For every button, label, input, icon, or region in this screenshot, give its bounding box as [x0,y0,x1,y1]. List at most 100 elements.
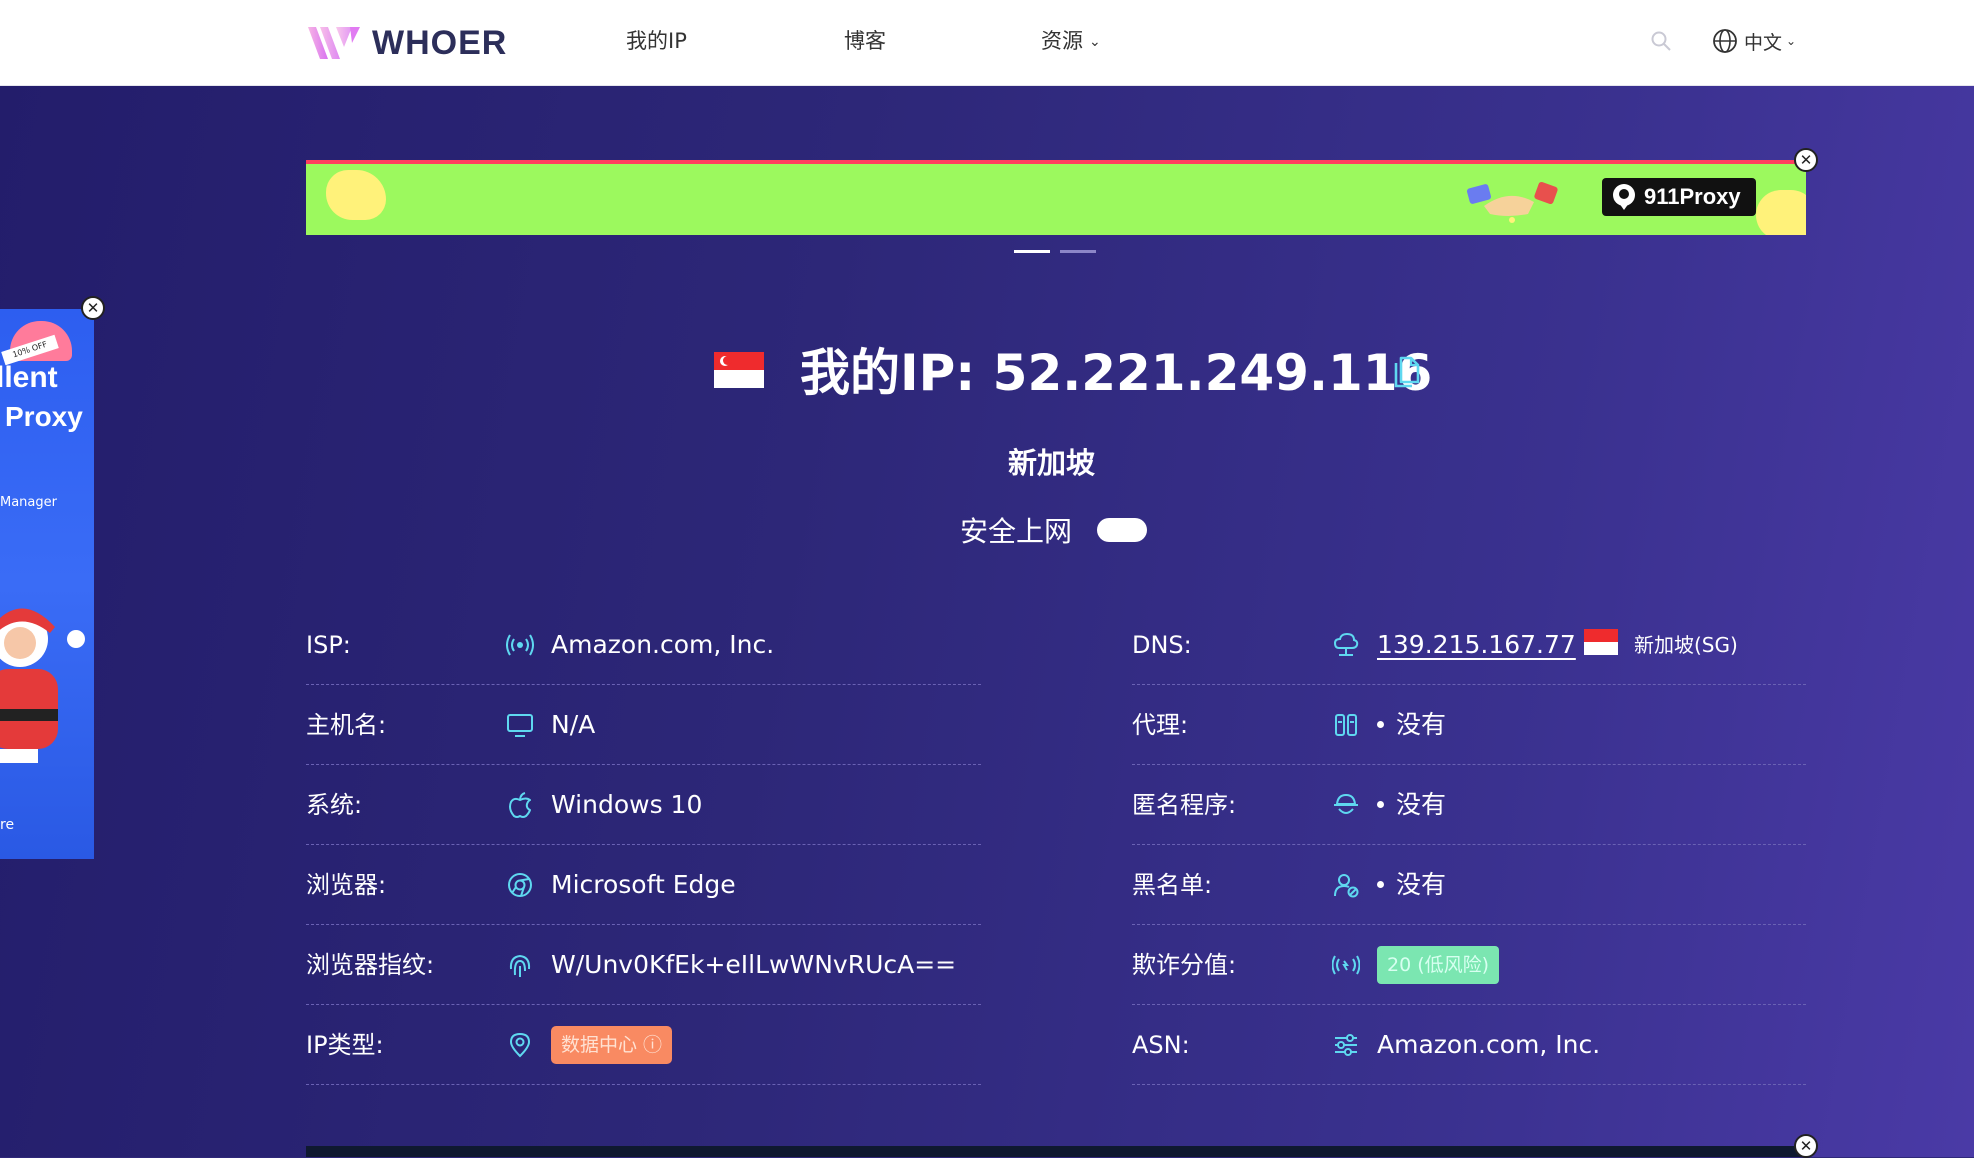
singapore-flag-icon [1584,629,1618,655]
row-value: Microsoft Edge [551,870,736,899]
signal-icon [506,634,534,656]
whoer-logo[interactable]: WHOER [306,18,507,68]
info-row-ip-type: IP类型: 数据中心 ⓘ [306,1005,981,1085]
banner-decoration [1756,190,1806,235]
banner-accent-line [306,160,1806,164]
row-value: W/Unv0KfEk+eIlLwWNvRUcA== [551,950,957,979]
search-icon[interactable] [1650,30,1672,52]
language-label: 中文 [1744,31,1783,54]
row-value: 没有 [1377,765,1446,845]
top-ad-banner[interactable]: 911Proxy [306,160,1806,235]
location-pin-icon [509,1032,531,1058]
status-dot [1377,800,1384,808]
row-label: 主机名: [306,711,387,739]
side-ad-text: Manager [0,495,57,510]
fingerprint-icon [509,954,531,977]
proxy-status: 没有 [1396,710,1447,739]
info-row-blacklist: 黑名单: 没有 [1132,845,1806,925]
row-label: IP类型: [306,1031,384,1059]
flag-crescent-cut [723,356,732,365]
monitor-icon [507,714,533,737]
row-value: Windows 10 [551,790,703,819]
close-banner-button[interactable]: ✕ [1794,148,1818,172]
singapore-flag-icon [714,352,764,388]
user-block-icon [1334,874,1359,898]
bottom-ad-banner[interactable] [306,1146,1806,1157]
incognito-icon [1334,793,1358,814]
safe-browsing-toggle[interactable] [1097,518,1147,542]
copy-icon[interactable] [1392,354,1422,388]
side-ad-text: re [0,817,15,833]
info-row-fingerprint: 浏览器指纹: W/Unv0KfEk+eIlLwWNvRUcA== [306,925,981,1005]
row-value: Amazon.com, Inc. [1377,1030,1601,1059]
close-icon: ✕ [86,298,100,317]
handshake-icon [1466,181,1558,223]
nav-resources[interactable]: 资源 ⌄ [1041,26,1101,56]
close-icon: ✕ [1799,150,1813,169]
anonymizer-status: 没有 [1396,790,1447,819]
ip-type-badge[interactable]: 数据中心 ⓘ [551,1026,673,1064]
banner-brand-text: 911Proxy [1644,184,1741,209]
row-label: 浏览器: [306,871,387,899]
row-value: N/A [551,710,596,739]
blacklist-status: 没有 [1396,870,1447,899]
row-label: 系统: [306,791,363,819]
info-row-proxy: 代理: 没有 [1132,685,1806,765]
map-pin-icon [1613,184,1635,210]
language-selector[interactable]: 中文 ⌄ [1712,26,1796,56]
apple-icon [509,792,531,818]
chevron-down-icon: ⌄ [1089,34,1101,50]
info-row-os: 系统: Windows 10 [306,765,981,845]
nav-resources-label: 资源 [1041,29,1083,53]
broadcast-icon [1332,955,1360,975]
row-label: 欺诈分值: [1132,951,1237,979]
fraud-score-badge: 20 (低风险) [1377,946,1500,984]
side-ad-banner[interactable]: 10% OFF llent Proxy Manager re [0,309,94,859]
info-row-hostname: 主机名: N/A [306,685,981,765]
row-label: 代理: [1132,711,1189,739]
whoer-logo-mark-icon [308,27,360,59]
top-navigation-bar: WHOER 我的IP 博客 资源 ⌄ 中文 ⌄ [0,0,1974,85]
info-row-browser: 浏览器: Microsoft Edge [306,845,981,925]
info-row-isp: ISP: Amazon.com, Inc. [306,605,981,685]
info-row-dns: DNS: 139.215.167.77 新加坡(SG) [1132,605,1806,685]
carousel-dot[interactable] [1014,250,1050,253]
row-label: 黑名单: [1132,871,1213,899]
nav-blog[interactable]: 博客 [844,26,886,56]
safe-browsing-label: 安全上网 [960,515,1073,548]
chrome-icon [508,873,532,897]
status-dot [1377,720,1384,728]
carousel-indicators [1014,250,1096,253]
dns-country: 新加坡(SG) [1634,633,1738,657]
row-label: 匿名程序: [1132,791,1237,819]
my-ip-title: 我的IP: 52.221.249.116 [800,344,1433,402]
sliders-icon [1335,1034,1357,1056]
brand-name: WHOER [372,23,508,62]
carousel-dot[interactable] [1060,250,1096,253]
globe-icon [1713,29,1737,53]
row-label: ISP: [306,631,351,659]
row-value: 没有 [1377,685,1446,765]
status-dot [1377,880,1384,888]
911proxy-logo: 911Proxy [1602,178,1756,216]
chevron-down-icon: ⌄ [1786,34,1797,48]
close-icon: ✕ [1799,1136,1813,1155]
row-value: 没有 [1377,845,1446,925]
row-label: DNS: [1132,631,1192,659]
banner-decoration [326,170,386,220]
nav-my-ip[interactable]: 我的IP [626,26,687,56]
row-label: 浏览器指纹: [306,951,435,979]
side-ad-text: Proxy [5,401,83,432]
info-row-fraud-score: 欺诈分值: 20 (低风险) [1132,925,1806,1005]
close-side-ad-button[interactable]: ✕ [81,296,105,320]
close-bottom-banner-button[interactable]: ✕ [1794,1134,1818,1158]
dns-cloud-icon [1333,632,1359,656]
santa-icon [0,608,85,763]
row-label: ASN: [1132,1031,1190,1059]
row-value: Amazon.com, Inc. [551,630,775,659]
info-row-anonymizer: 匿名程序: 没有 [1132,765,1806,845]
dns-ip-link[interactable]: 139.215.167.77 [1377,605,1576,685]
ip-country: 新加坡 [1008,446,1096,480]
proxy-icon [1335,714,1357,736]
side-ad-text: llent [0,361,58,394]
